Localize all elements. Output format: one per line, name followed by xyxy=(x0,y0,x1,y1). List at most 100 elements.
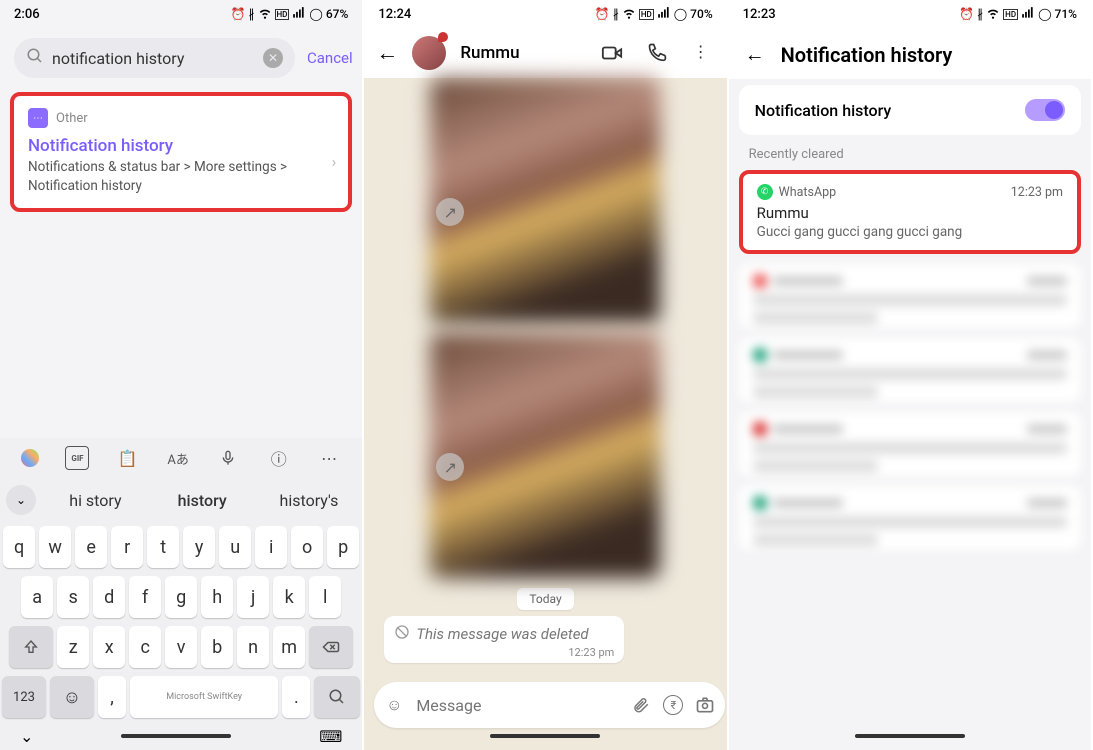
key-z[interactable]: z xyxy=(57,626,89,668)
status-bar: 12:23 ⏰ ∦ HD ◯ 71% xyxy=(729,0,1091,28)
search-row: ✕ Cancel xyxy=(0,28,362,90)
emoji-icon[interactable]: ☺ xyxy=(384,695,404,715)
key-o[interactable]: o xyxy=(291,526,323,568)
wifi-icon xyxy=(622,6,636,23)
notification-item-blurred[interactable] xyxy=(739,338,1081,402)
payment-icon[interactable]: ₹ xyxy=(663,695,683,715)
key-f[interactable]: f xyxy=(129,576,161,618)
prohibited-icon xyxy=(394,624,410,644)
key-y[interactable]: y xyxy=(183,526,215,568)
key-c[interactable]: c xyxy=(129,626,161,668)
more-icon[interactable]: ⋮ xyxy=(693,42,715,64)
search-key[interactable] xyxy=(314,676,360,718)
attach-icon[interactable] xyxy=(631,695,651,715)
chat-body[interactable]: ↗ ↗ Today This message was deleted 12:23… xyxy=(364,78,726,634)
chevron-down-icon[interactable]: ⌄ xyxy=(20,727,33,746)
deleted-message[interactable]: This message was deleted 12:23 pm xyxy=(384,616,624,663)
search-box[interactable]: ✕ xyxy=(14,38,295,78)
notification-item-blurred[interactable] xyxy=(739,264,1081,328)
notification-app: ✆ WhatsApp xyxy=(757,184,837,200)
search-input[interactable] xyxy=(52,49,255,68)
copilot-icon[interactable] xyxy=(21,449,39,467)
key-e[interactable]: e xyxy=(75,526,107,568)
keyboard-toolbar: GIF 📋 Aあ ⓘ ⋯ xyxy=(0,438,362,478)
key-k[interactable]: k xyxy=(273,576,305,618)
key-m[interactable]: m xyxy=(273,626,305,668)
suggestion-bar: ⌄ hi story history history's xyxy=(0,478,362,522)
notification-item-blurred[interactable] xyxy=(739,486,1081,550)
status-time: 12:24 xyxy=(378,7,411,22)
space-key[interactable]: Microsoft SwiftKey xyxy=(130,676,278,718)
nav-bar xyxy=(364,722,726,750)
volte-icon: HD xyxy=(1003,9,1018,20)
key-a[interactable]: a xyxy=(21,576,53,618)
date-separator: Today xyxy=(517,588,573,610)
call-icon[interactable] xyxy=(647,42,669,64)
key-s[interactable]: s xyxy=(57,576,89,618)
notification-item-blurred[interactable] xyxy=(739,412,1081,476)
collapse-icon[interactable]: ⌄ xyxy=(6,485,36,515)
translate-icon[interactable]: Aあ xyxy=(166,446,190,470)
search-result-card[interactable]: ⋯ Other Notification history Notificatio… xyxy=(10,92,352,212)
notification-item-highlighted[interactable]: ✆ WhatsApp 12:23 pm Rummu Gucci gang guc… xyxy=(739,170,1081,254)
period-key[interactable]: . xyxy=(282,676,310,718)
keyboard-area: GIF 📋 Aあ ⓘ ⋯ ⌄ hi story history history'… xyxy=(0,438,362,750)
key-l[interactable]: l xyxy=(309,576,341,618)
result-path: Notifications & status bar > More settin… xyxy=(28,158,334,196)
battery-percent: 70% xyxy=(690,7,712,21)
contact-name[interactable]: Rummu xyxy=(460,43,586,63)
suggestion-1[interactable]: hi story xyxy=(42,491,149,510)
key-p[interactable]: p xyxy=(327,526,359,568)
videocall-icon[interactable] xyxy=(601,42,623,64)
key-v[interactable]: v xyxy=(165,626,197,668)
key-j[interactable]: j xyxy=(237,576,269,618)
key-t[interactable]: t xyxy=(147,526,179,568)
back-icon[interactable]: ← xyxy=(376,40,398,66)
key-q[interactable]: q xyxy=(3,526,35,568)
message-input[interactable] xyxy=(416,696,619,715)
avatar[interactable] xyxy=(412,36,446,70)
clear-icon[interactable]: ✕ xyxy=(263,48,283,68)
key-b[interactable]: b xyxy=(201,626,233,668)
home-pill[interactable] xyxy=(490,734,600,738)
image-message[interactable] xyxy=(430,78,660,323)
home-pill[interactable] xyxy=(855,734,965,738)
result-category: ⋯ Other xyxy=(28,108,334,128)
key-n[interactable]: n xyxy=(237,626,269,668)
battery-icon: ◯ xyxy=(674,7,687,21)
bluetooth-icon: ∦ xyxy=(249,7,255,21)
key-w[interactable]: w xyxy=(39,526,71,568)
clipboard-icon[interactable]: 📋 xyxy=(116,446,140,470)
status-bar: 12:24 ⏰ ∦ HD ◯ 70% xyxy=(364,0,726,28)
key-g[interactable]: g xyxy=(165,576,197,618)
info-icon[interactable]: ⓘ xyxy=(267,446,291,470)
mic-icon[interactable] xyxy=(216,446,240,470)
suggestion-2[interactable]: history xyxy=(149,491,256,510)
key-u[interactable]: u xyxy=(219,526,251,568)
image-message[interactable] xyxy=(430,333,660,578)
emoji-key[interactable]: ☺ xyxy=(50,676,94,718)
toggle-card[interactable]: Notification history xyxy=(739,85,1081,135)
home-pill[interactable] xyxy=(121,734,231,738)
key-d[interactable]: d xyxy=(93,576,125,618)
suggestion-3[interactable]: history's xyxy=(256,491,363,510)
key-x[interactable]: x xyxy=(93,626,125,668)
keyboard-switch-icon[interactable]: ⌨ xyxy=(319,727,342,746)
toggle-switch[interactable] xyxy=(1025,99,1065,121)
shift-key[interactable] xyxy=(9,626,53,668)
bluetooth-icon: ∦ xyxy=(977,7,983,21)
backspace-key[interactable] xyxy=(309,626,353,668)
back-icon[interactable]: ← xyxy=(745,42,765,67)
more-icon[interactable]: ⋯ xyxy=(317,446,341,470)
result-title: Notification history xyxy=(28,136,334,156)
key-r[interactable]: r xyxy=(111,526,143,568)
camera-icon[interactable] xyxy=(695,695,715,715)
comma-key[interactable]: , xyxy=(98,676,126,718)
gif-icon[interactable]: GIF xyxy=(65,446,89,470)
status-icons: ⏰ ∦ HD ◯ 71% xyxy=(959,6,1077,23)
numeric-key[interactable]: 123 xyxy=(2,676,46,718)
key-h[interactable]: h xyxy=(201,576,233,618)
key-i[interactable]: i xyxy=(255,526,287,568)
cancel-button[interactable]: Cancel xyxy=(307,49,353,67)
battery-icon: ◯ xyxy=(1038,7,1051,21)
